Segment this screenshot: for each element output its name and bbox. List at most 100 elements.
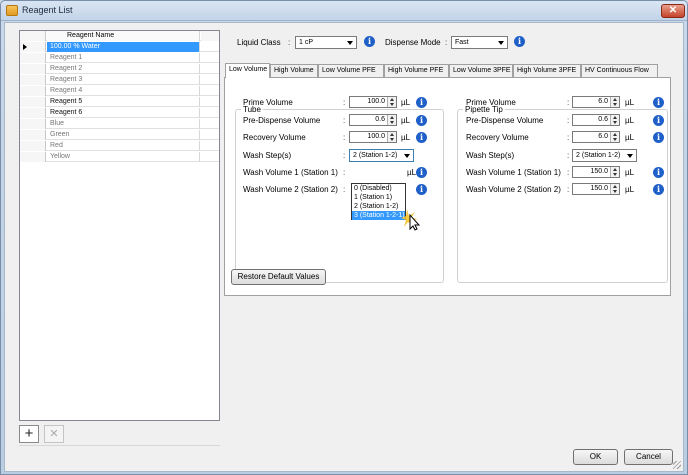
tab-hv-continuous-flow[interactable]: HV Continuous Flow bbox=[581, 64, 658, 77]
spinner-icon[interactable] bbox=[387, 132, 396, 142]
reagent-name-cell[interactable]: Blue bbox=[47, 119, 200, 129]
ok-button[interactable]: OK bbox=[573, 449, 618, 465]
dispense-mode-info-icon[interactable]: i bbox=[514, 36, 525, 47]
close-button[interactable]: ✕ bbox=[661, 4, 685, 18]
spinner-icon[interactable] bbox=[387, 115, 396, 125]
liquid-class-info-icon[interactable]: i bbox=[364, 36, 375, 47]
tab-low-volume-pfe[interactable]: Low Volume PFE bbox=[318, 64, 384, 77]
reagent-name-cell[interactable]: Reagent 3 bbox=[47, 75, 200, 85]
row-header[interactable] bbox=[20, 119, 46, 129]
divider bbox=[19, 445, 220, 446]
tab-low-volume-3pfe[interactable]: Low Volume 3PFE bbox=[449, 64, 513, 77]
pipette-recovery-info-icon[interactable]: i bbox=[653, 132, 664, 143]
row-header[interactable] bbox=[20, 108, 46, 118]
row-header[interactable] bbox=[20, 130, 46, 140]
reagent-list-window: Reagent List ✕ Reagent Name 100.00 % Wat… bbox=[0, 0, 688, 475]
tube-predispense-label: Pre-Dispense Volume bbox=[243, 116, 321, 125]
table-row[interactable]: Reagent 6 bbox=[20, 108, 219, 118]
tube-predispense-info-icon[interactable]: i bbox=[416, 115, 427, 126]
wash-steps-dropdown-list[interactable]: 0 (Disabled) 1 (Station 1) 2 (Station 1-… bbox=[351, 183, 406, 220]
row-header[interactable] bbox=[20, 152, 46, 162]
pipette-prime-input[interactable]: 6.0 bbox=[572, 96, 620, 108]
table-row[interactable]: Reagent 5 bbox=[20, 97, 219, 107]
chevron-down-icon bbox=[404, 154, 410, 158]
reagent-name-cell[interactable]: Reagent 6 bbox=[47, 108, 200, 118]
table-row[interactable]: Blue bbox=[20, 119, 219, 129]
pipette-wash-steps-select[interactable]: 2 (Station 1-2) bbox=[572, 149, 637, 162]
tube-wash2-info-icon[interactable]: i bbox=[416, 184, 427, 195]
dispense-mode-select[interactable]: Fast bbox=[451, 36, 508, 49]
spinner-icon[interactable] bbox=[610, 115, 619, 125]
table-row[interactable]: 100.00 % Water bbox=[20, 42, 219, 52]
cancel-button[interactable]: Cancel bbox=[624, 449, 673, 465]
pipette-prime-info-icon[interactable]: i bbox=[653, 97, 664, 108]
reagent-name-cell[interactable]: Reagent 1 bbox=[47, 53, 200, 63]
title-bar: Reagent List ✕ bbox=[1, 1, 687, 21]
pipette-predispense-input[interactable]: 0.6 bbox=[572, 114, 620, 126]
tab-high-volume-3pfe[interactable]: High Volume 3PFE bbox=[513, 64, 581, 77]
pipette-prime-label: Prime Volume bbox=[466, 98, 516, 107]
row-header[interactable] bbox=[20, 141, 46, 151]
dropdown-option[interactable]: 2 (Station 1-2) bbox=[352, 202, 405, 211]
table-row[interactable]: Reagent 2 bbox=[20, 64, 219, 74]
column-header-reagent-name[interactable]: Reagent Name bbox=[47, 31, 200, 41]
tube-predispense-input[interactable]: 0.6 bbox=[349, 114, 397, 126]
reagent-name-cell[interactable]: Red bbox=[47, 141, 200, 151]
spinner-icon[interactable] bbox=[610, 97, 619, 107]
tube-recovery-label: Recovery Volume bbox=[243, 133, 306, 142]
reagent-name-cell[interactable]: 100.00 % Water bbox=[47, 42, 200, 52]
row-header[interactable] bbox=[20, 75, 46, 85]
tube-wash-steps-select[interactable]: 2 (Station 1-2) bbox=[349, 149, 414, 162]
spinner-icon[interactable] bbox=[610, 132, 619, 142]
pipette-wash1-info-icon[interactable]: i bbox=[653, 167, 664, 178]
row-header[interactable] bbox=[20, 42, 46, 52]
tube-recovery-info-icon[interactable]: i bbox=[416, 132, 427, 143]
tab-low-volume[interactable]: Low Volume bbox=[225, 63, 270, 78]
dropdown-option[interactable]: 0 (Disabled) bbox=[352, 184, 405, 193]
delete-reagent-button[interactable]: ✕ bbox=[44, 425, 64, 443]
pipette-wash1-input[interactable]: 150.0 bbox=[572, 166, 620, 178]
reagent-name-cell[interactable]: Reagent 2 bbox=[47, 64, 200, 74]
pipette-wash2-info-icon[interactable]: i bbox=[653, 184, 664, 195]
table-row[interactable]: Green bbox=[20, 130, 219, 140]
reagent-grid[interactable]: Reagent Name 100.00 % Water Reagent 1 Reag… bbox=[19, 30, 220, 421]
tab-high-volume-pfe[interactable]: High Volume PFE bbox=[384, 64, 449, 77]
tab-high-volume[interactable]: High Volume bbox=[270, 64, 318, 77]
spinner-icon[interactable] bbox=[610, 184, 619, 194]
add-reagent-button[interactable]: + bbox=[19, 425, 39, 443]
restore-default-values-button[interactable]: Restore Default Values bbox=[231, 269, 326, 285]
grid-header-row: Reagent Name bbox=[20, 31, 219, 41]
dialog-client: Reagent Name 100.00 % Water Reagent 1 Reag… bbox=[4, 22, 684, 472]
row-header[interactable] bbox=[20, 53, 46, 63]
row-header[interactable] bbox=[20, 64, 46, 74]
pipette-recovery-input[interactable]: 6.0 bbox=[572, 131, 620, 143]
dropdown-option-highlighted[interactable]: 3 (Station 1-2-1) bbox=[352, 211, 405, 220]
reagent-name-cell[interactable]: Reagent 4 bbox=[47, 86, 200, 96]
table-row[interactable]: Reagent 3 bbox=[20, 75, 219, 85]
pipette-predispense-info-icon[interactable]: i bbox=[653, 115, 664, 126]
table-row[interactable]: Red bbox=[20, 141, 219, 151]
table-row[interactable]: Reagent 4 bbox=[20, 86, 219, 96]
row-header[interactable] bbox=[20, 97, 46, 107]
table-row[interactable]: Yellow bbox=[20, 152, 219, 162]
tube-recovery-input[interactable]: 100.0 bbox=[349, 131, 397, 143]
tube-wash1-info-icon[interactable]: i bbox=[416, 167, 427, 178]
row-header[interactable] bbox=[20, 86, 46, 96]
tube-wash2-label: Wash Volume 2 (Station 2) bbox=[243, 185, 338, 194]
liquid-class-select[interactable]: 1 cP bbox=[295, 36, 357, 49]
spinner-icon[interactable] bbox=[610, 167, 619, 177]
dropdown-option[interactable]: 1 (Station 1) bbox=[352, 193, 405, 202]
reagent-name-cell[interactable]: Green bbox=[47, 130, 200, 140]
pipette-wash2-input[interactable]: 150.0 bbox=[572, 183, 620, 195]
chevron-down-icon bbox=[498, 41, 504, 45]
resize-grip-icon[interactable] bbox=[673, 461, 681, 469]
tube-prime-input[interactable]: 100.0 bbox=[349, 96, 397, 108]
reagent-name-cell[interactable]: Reagent 5 bbox=[47, 97, 200, 107]
table-row[interactable]: Reagent 1 bbox=[20, 53, 219, 63]
pipette-wash-steps-label: Wash Step(s) bbox=[466, 151, 515, 160]
mouse-cursor-icon bbox=[401, 209, 421, 231]
reagent-name-cell[interactable]: Yellow bbox=[47, 152, 200, 162]
tube-wash-steps-label: Wash Step(s) bbox=[243, 151, 292, 160]
tube-prime-info-icon[interactable]: i bbox=[416, 97, 427, 108]
spinner-icon[interactable] bbox=[387, 97, 396, 107]
